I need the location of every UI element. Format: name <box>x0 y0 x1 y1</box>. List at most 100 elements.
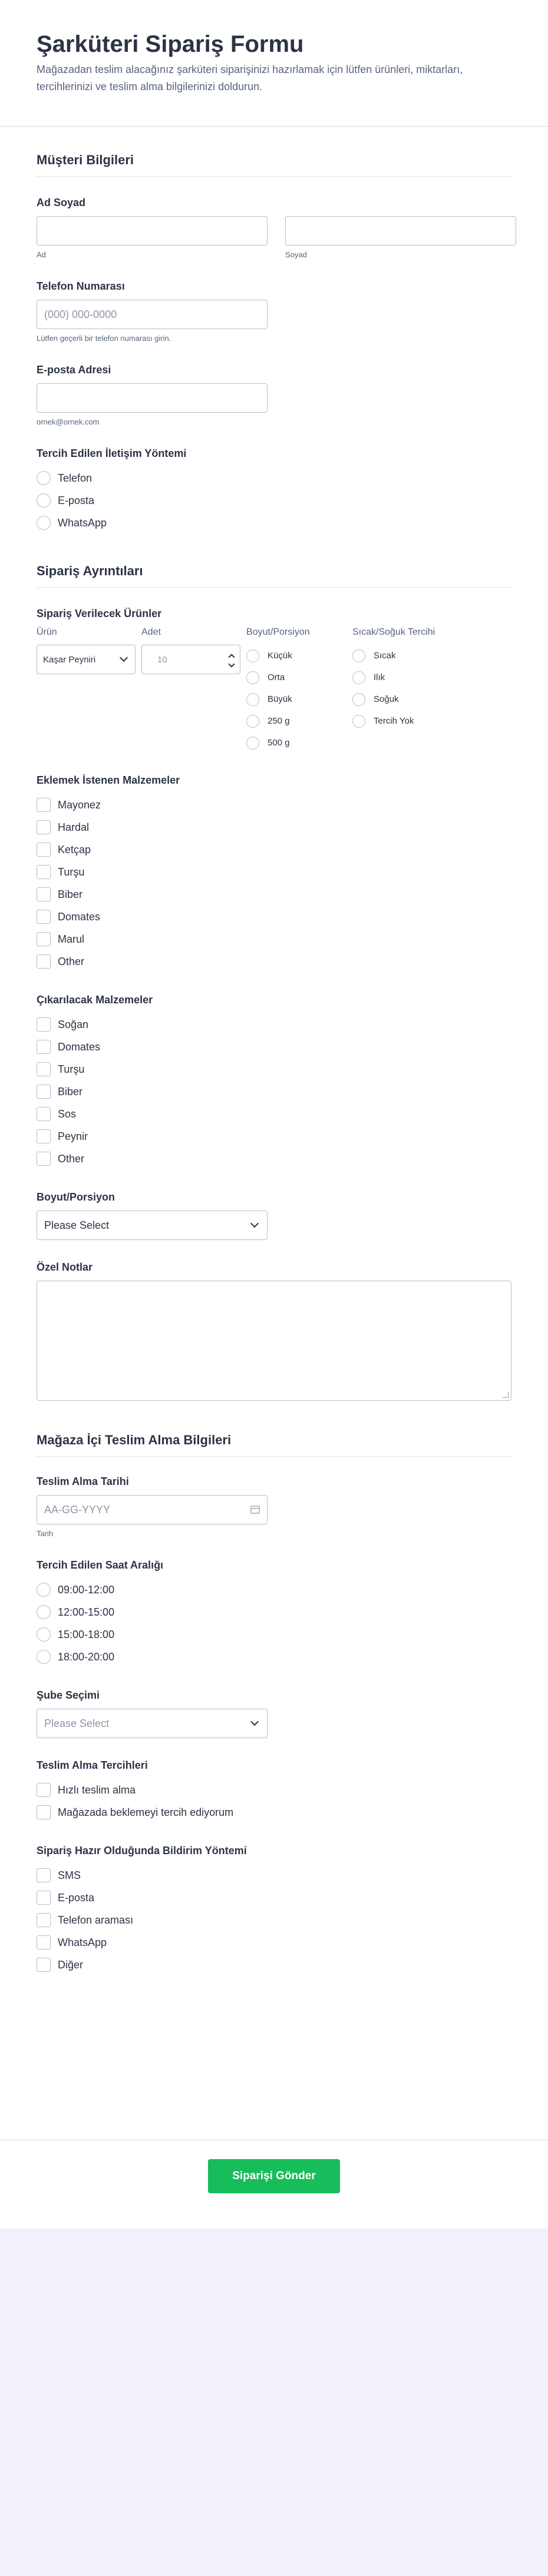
radio-circle[interactable] <box>37 516 51 530</box>
stepper-arrows-icon[interactable] <box>228 653 235 668</box>
radio-circle[interactable] <box>246 736 259 750</box>
notes-label: Özel Notlar <box>37 1261 93 1273</box>
add-ingredient-option[interactable]: Other <box>37 950 511 973</box>
checkbox[interactable] <box>37 887 51 901</box>
radio-circle[interactable] <box>37 1650 51 1664</box>
notify-option[interactable]: Diğer <box>37 1954 511 1976</box>
checkbox[interactable] <box>37 865 51 879</box>
checkbox[interactable] <box>37 1085 51 1099</box>
remove-ingredient-option[interactable]: Turşu <box>37 1058 511 1080</box>
temperature-option[interactable]: Sıcak <box>352 645 470 667</box>
radio-circle[interactable] <box>352 649 365 662</box>
temperature-option[interactable]: Ilık <box>352 667 470 688</box>
radio-circle[interactable] <box>37 471 51 485</box>
size-option[interactable]: 250 g <box>246 710 352 732</box>
branch-select[interactable]: Please Select <box>37 1709 268 1738</box>
remove-ingredient-option[interactable]: Sos <box>37 1103 511 1125</box>
checkbox[interactable] <box>37 932 51 946</box>
radio-circle[interactable] <box>37 1583 51 1597</box>
order-section-title: Sipariş Ayrıntıları <box>37 534 511 588</box>
checkbox[interactable] <box>37 1868 51 1882</box>
size-option[interactable]: Büyük <box>246 688 352 710</box>
notify-option[interactable]: SMS <box>37 1864 511 1887</box>
pickup-preference-option[interactable]: Mağazada beklemeyi tercih ediyorum <box>37 1801 511 1824</box>
checkbox[interactable] <box>37 843 51 857</box>
submit-button[interactable]: Siparişi Gönder <box>208 2159 340 2193</box>
option-label: 18:00-20:00 <box>58 1650 115 1663</box>
temperature-option[interactable]: Tercih Yok <box>352 710 470 732</box>
radio-circle[interactable] <box>246 714 259 728</box>
add-ingredient-option[interactable]: Turşu <box>37 861 511 883</box>
contact-option[interactable]: E-posta <box>37 489 511 512</box>
checkbox[interactable] <box>37 1107 51 1121</box>
checkbox[interactable] <box>37 1805 51 1819</box>
checkbox[interactable] <box>37 1935 51 1950</box>
size-options[interactable]: Küçük Orta Büyük 250 g 500 g <box>246 645 352 753</box>
contact-option[interactable]: Telefon <box>37 467 511 489</box>
checkbox[interactable] <box>37 1017 51 1032</box>
notify-option[interactable]: E-posta <box>37 1887 511 1909</box>
checkbox[interactable] <box>37 798 51 812</box>
radio-circle[interactable] <box>37 493 51 508</box>
pickup-date-input[interactable]: AA-GG-YYYY <box>37 1495 268 1524</box>
add-ingredient-option[interactable]: Biber <box>37 883 511 906</box>
pickup-date-label: Teslim Alma Tarihi <box>37 1476 129 1487</box>
checkbox[interactable] <box>37 1783 51 1797</box>
size-select[interactable]: Please Select <box>37 1211 268 1240</box>
time-slot-option[interactable]: 18:00-20:00 <box>37 1646 511 1668</box>
last-name-input[interactable] <box>285 216 516 246</box>
pickup-preference-option[interactable]: Hızlı teslim alma <box>37 1779 511 1801</box>
radio-circle[interactable] <box>352 692 365 706</box>
time-slot-option[interactable]: 12:00-15:00 <box>37 1601 511 1623</box>
temperature-option[interactable]: Soğuk <box>352 688 470 710</box>
add-ingredient-option[interactable]: Hardal <box>37 816 511 838</box>
option-label: Telefon araması <box>58 1914 134 1926</box>
remove-ingredient-option[interactable]: Other <box>37 1148 511 1170</box>
remove-ingredient-option[interactable]: Peynir <box>37 1125 511 1148</box>
add-ingredient-option[interactable]: Domates <box>37 906 511 928</box>
resize-handle-icon[interactable] <box>503 1392 509 1398</box>
add-ingredient-option[interactable]: Ketçap <box>37 838 511 861</box>
checkbox[interactable] <box>37 820 51 834</box>
checkbox[interactable] <box>37 954 51 969</box>
checkbox[interactable] <box>37 1040 51 1054</box>
radio-circle[interactable] <box>352 671 365 684</box>
checkbox[interactable] <box>37 1062 51 1076</box>
time-slot-option[interactable]: 15:00-18:00 <box>37 1623 511 1646</box>
checkbox[interactable] <box>37 1891 51 1905</box>
phone-input[interactable] <box>37 300 268 329</box>
size-option[interactable]: Orta <box>246 667 352 688</box>
radio-circle[interactable] <box>352 714 365 728</box>
checkbox[interactable] <box>37 910 51 924</box>
add-ingredient-option[interactable]: Marul <box>37 928 511 950</box>
form-card: Şarküteri Sipariş Formu Mağazadan teslim… <box>0 0 548 2229</box>
remove-ingredient-option[interactable]: Biber <box>37 1080 511 1103</box>
email-input[interactable] <box>37 383 268 413</box>
remove-ingredient-option[interactable]: Soğan <box>37 1013 511 1036</box>
size-option[interactable]: Küçük <box>246 645 352 667</box>
radio-circle[interactable] <box>246 649 259 662</box>
time-slot-option[interactable]: 09:00-12:00 <box>37 1579 511 1601</box>
checkbox[interactable] <box>37 1152 51 1166</box>
checkbox[interactable] <box>37 1913 51 1927</box>
checkbox[interactable] <box>37 1958 51 1972</box>
radio-circle[interactable] <box>37 1605 51 1619</box>
calendar-icon[interactable] <box>250 1506 260 1514</box>
pickup-date-sublabel: Tarih <box>37 1529 54 1538</box>
size-option[interactable]: 500 g <box>246 732 352 753</box>
quantity-stepper[interactable]: 10 <box>141 645 240 674</box>
radio-circle[interactable] <box>246 692 259 706</box>
radio-circle[interactable] <box>37 1627 51 1642</box>
notify-option[interactable]: Telefon araması <box>37 1909 511 1931</box>
first-name-input[interactable] <box>37 216 268 246</box>
add-ingredient-option[interactable]: Mayonez <box>37 794 511 816</box>
email-sublabel: ornek@ornek.com <box>37 417 100 426</box>
remove-ingredient-option[interactable]: Domates <box>37 1036 511 1058</box>
checkbox[interactable] <box>37 1129 51 1143</box>
radio-circle[interactable] <box>246 671 259 684</box>
option-label: Turşu <box>58 866 85 878</box>
notify-option[interactable]: WhatsApp <box>37 1931 511 1954</box>
product-select[interactable]: Kaşar Peyniri <box>37 645 136 674</box>
notes-textarea[interactable] <box>37 1281 511 1401</box>
contact-option[interactable]: WhatsApp <box>37 512 511 534</box>
